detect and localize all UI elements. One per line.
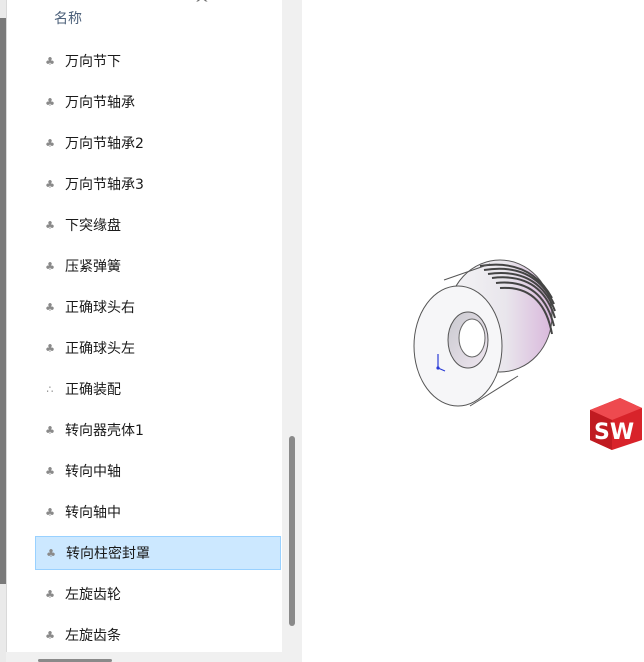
solidworks-logo-text: SW: [594, 420, 634, 445]
solidworks-logo-icon: SW: [590, 398, 642, 450]
file-item[interactable]: ♣ 压紧弹簧: [35, 249, 281, 283]
file-item[interactable]: ♣ 左旋齿条: [35, 618, 281, 652]
part-icon: ♣: [45, 259, 55, 273]
file-item[interactable]: ♣ 左旋齿轮: [35, 577, 281, 611]
part-icon: ♣: [45, 464, 55, 478]
file-item-label: 万向节轴承: [65, 95, 135, 111]
file-item[interactable]: ♣ 万向节轴承2: [35, 126, 281, 160]
file-item-label: 万向节轴承2: [65, 136, 144, 152]
file-item-label: 转向轴中: [65, 505, 121, 521]
sort-up-icon: ^: [194, 0, 210, 12]
file-item[interactable]: ∴ 正确装配: [35, 372, 281, 406]
part-icon: ♣: [45, 218, 55, 232]
file-item-label: 转向中轴: [65, 464, 121, 480]
part-icon: ♣: [45, 587, 55, 601]
preview-pane: SW: [302, 0, 644, 662]
file-item[interactable]: ♣ 转向轴中: [35, 495, 281, 529]
file-item-label: 左旋齿轮: [65, 587, 121, 603]
file-item-label: 正确球头左: [65, 341, 135, 357]
file-item[interactable]: ♣ 万向节下: [35, 44, 281, 78]
part-icon: ♣: [45, 341, 55, 355]
vertical-scrollbar-thumb[interactable]: [289, 436, 295, 626]
file-item[interactable]: ♣ 转向器壳体1: [35, 413, 281, 447]
file-open-dialog: 名称 ^ ♣ 万向节下 ♣ 万向节轴承 ♣ 万向节轴承2 ♣ 万向节轴承3 ♣ 下突缘盘 ♣ 压紧弹簧…: [0, 0, 644, 662]
part-icon: ♣: [45, 300, 55, 314]
file-item[interactable]: ♣ 正确球头左: [35, 331, 281, 365]
file-item[interactable]: ♣ 转向柱密封罩: [35, 536, 281, 570]
file-item-label: 压紧弹簧: [65, 259, 121, 275]
assembly-icon: ∴: [46, 382, 54, 396]
file-item-label: 左旋齿条: [65, 628, 121, 644]
file-item[interactable]: ♣ 下突缘盘: [35, 208, 281, 242]
file-item-label: 下突缘盘: [65, 218, 121, 234]
file-item[interactable]: ♣ 正确球头右: [35, 290, 281, 324]
file-item-label: 万向节轴承3: [65, 177, 144, 193]
file-item-label: 正确装配: [65, 382, 121, 398]
column-header-name[interactable]: 名称: [54, 8, 82, 28]
part-icon: ♣: [45, 54, 55, 68]
part-preview-image: [413, 259, 556, 407]
file-item[interactable]: ♣ 万向节轴承: [35, 85, 281, 119]
part-icon: ♣: [45, 628, 55, 642]
file-item-label: 正确球头右: [65, 300, 135, 316]
list-header: 名称 ^: [7, 0, 283, 36]
file-item[interactable]: ♣ 转向中轴: [35, 454, 281, 488]
file-list-panel: 名称 ^ ♣ 万向节下 ♣ 万向节轴承 ♣ 万向节轴承2 ♣ 万向节轴承3 ♣ 下突缘盘 ♣ 压紧弹簧…: [6, 0, 283, 662]
part-icon: ♣: [46, 546, 56, 560]
file-item-label: 转向柱密封罩: [66, 546, 150, 562]
file-item[interactable]: ♣ 万向节轴承3: [35, 167, 281, 201]
part-icon: ♣: [45, 423, 55, 437]
file-item-label: 万向节下: [65, 54, 121, 70]
part-icon: ♣: [45, 136, 55, 150]
part-icon: ♣: [45, 177, 55, 191]
part-icon: ♣: [45, 505, 55, 519]
part-icon: ♣: [45, 95, 55, 109]
file-item-label: 转向器壳体1: [65, 423, 144, 439]
